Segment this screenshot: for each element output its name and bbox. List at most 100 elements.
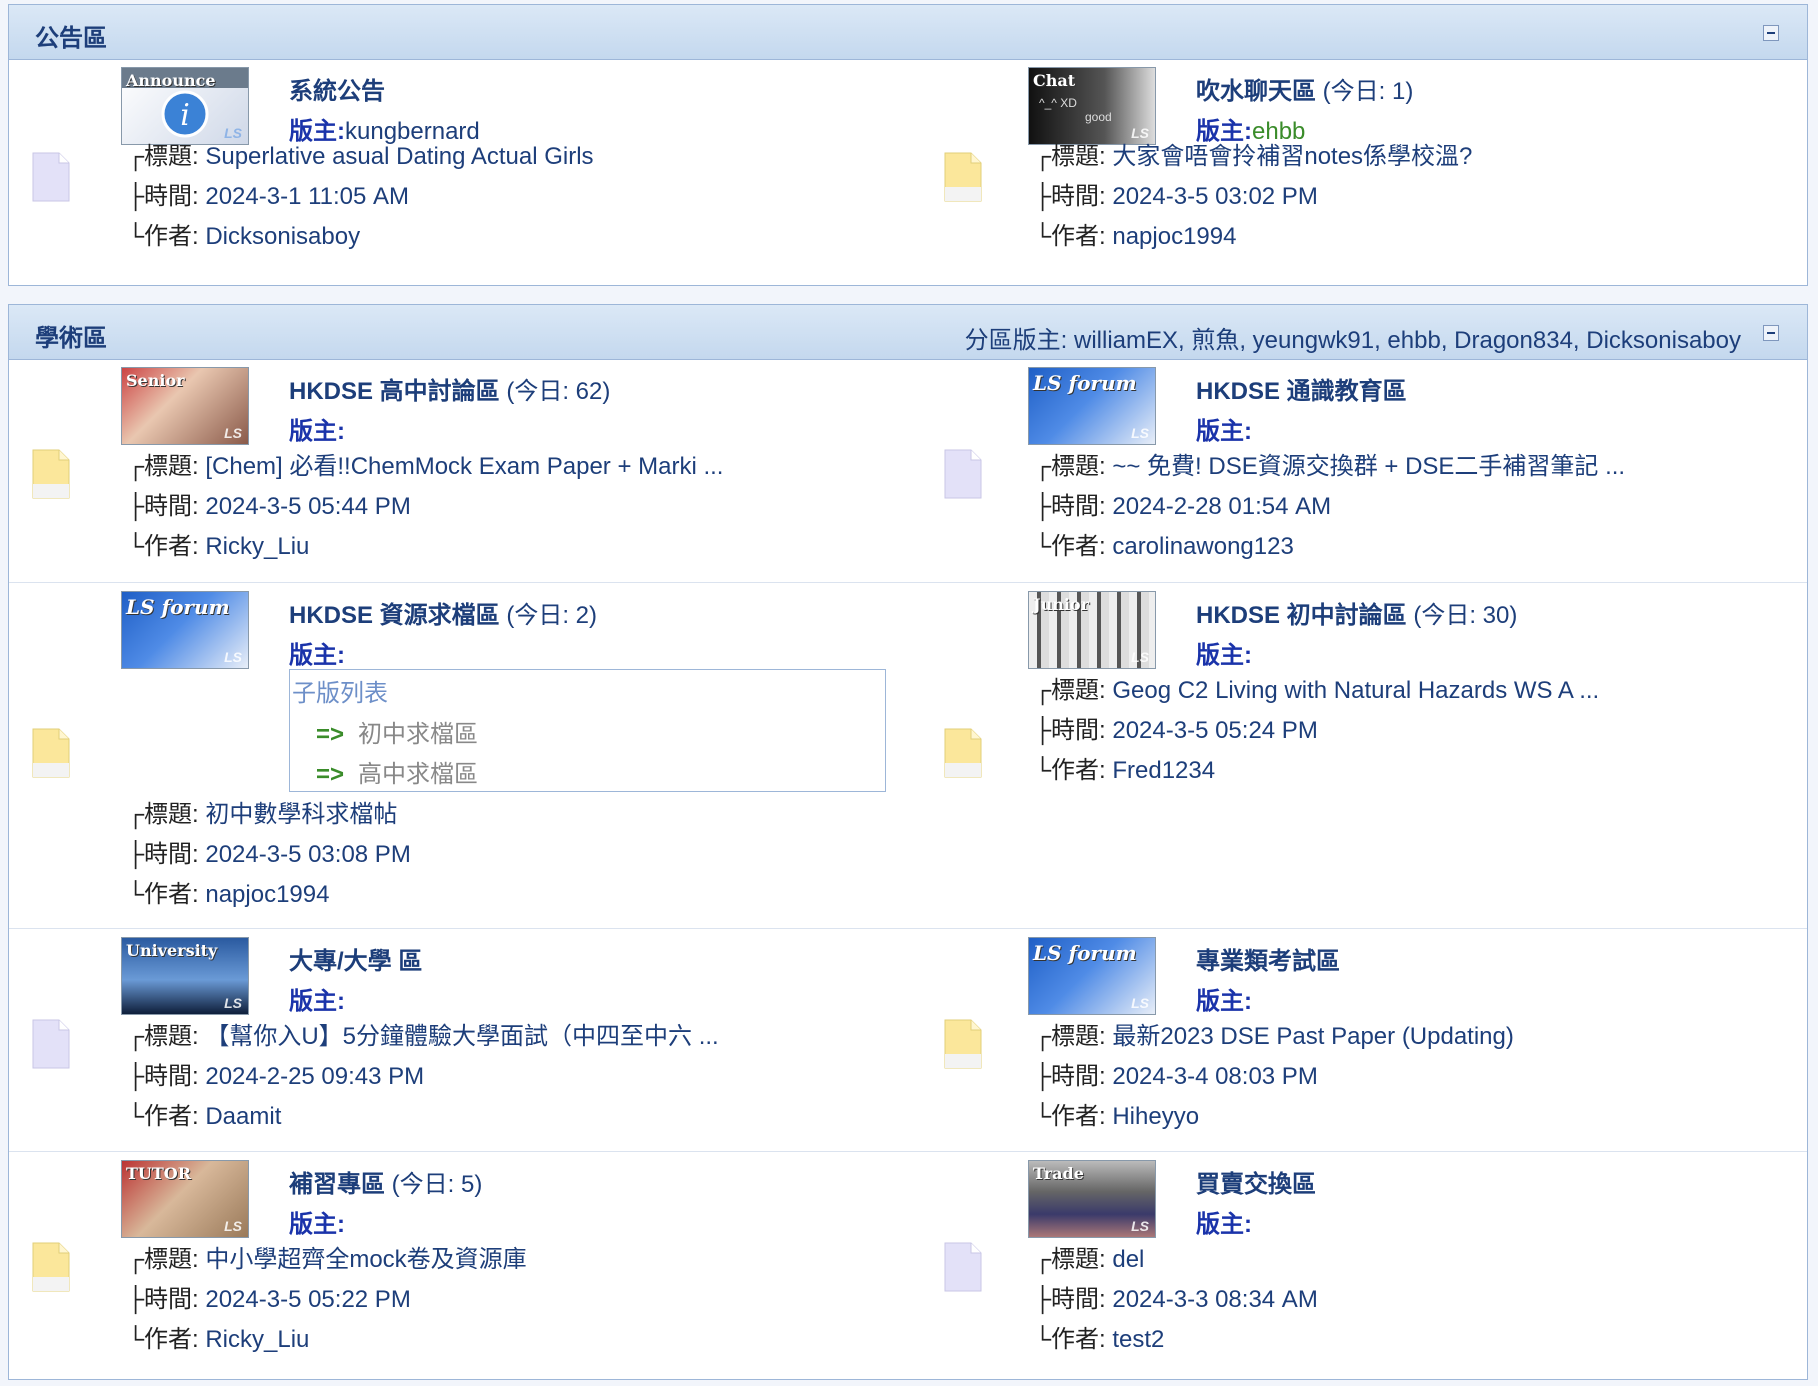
forum-status-icon bbox=[941, 151, 985, 203]
last-post-time[interactable]: 2024-3-3 08:34 AM bbox=[1112, 1286, 1317, 1313]
last-post-time[interactable]: 2024-2-28 01:54 AM bbox=[1112, 493, 1331, 520]
forum-status-icon bbox=[29, 151, 73, 203]
last-post-time[interactable]: 2024-3-5 05:44 PM bbox=[205, 493, 410, 520]
academic-section: 學術區 分區版主: williamEX, 煎魚, yeungwk91, ehbb… bbox=[8, 304, 1808, 1380]
forum-name[interactable]: 專業類考試區 bbox=[1196, 941, 1340, 976]
forum-thumbnail[interactable]: University LS bbox=[121, 937, 249, 1015]
last-post-subject[interactable]: [Chem] 必看!!ChemMock Exam Paper + Marki .… bbox=[205, 453, 723, 480]
forum-cell: LS forum LS HKDSE 通識教育區 版主: ┌標題: ~~ 免費! … bbox=[908, 359, 1807, 582]
last-post-subject[interactable]: 初中數學科求檔帖 bbox=[205, 801, 397, 828]
forum-name[interactable]: HKDSE 資源求檔區 (今日: 2) bbox=[289, 595, 597, 630]
last-post-subject[interactable]: 中小學超齊全mock卷及資源庫 bbox=[205, 1246, 526, 1273]
forum-thumbnail[interactable]: Junior LS bbox=[1028, 591, 1156, 669]
subforum-link[interactable]: => 高中求檔區 bbox=[316, 754, 478, 789]
forum-moderators: 版主: bbox=[1196, 988, 1252, 1015]
forum-thumbnail[interactable]: LS forum LS bbox=[1028, 367, 1156, 445]
forum-status-icon bbox=[941, 448, 985, 500]
forum-thumbnail[interactable]: Chat ^_^ XD good LS bbox=[1028, 67, 1156, 145]
forum-cell: University LS 大專/大學 區 版主: ┌標題: 【幫你入U】5分鐘… bbox=[9, 929, 908, 1152]
forum-thumbnail[interactable]: Senior LS bbox=[121, 367, 249, 445]
last-post-author[interactable]: Ricky_Liu bbox=[205, 533, 309, 560]
forum-row: TUTOR LS 補習專區 (今日: 5) 版主: ┌標題: 中小學超齊全moc… bbox=[9, 1151, 1807, 1380]
collapse-icon[interactable] bbox=[1763, 325, 1779, 341]
forum-name[interactable]: 系統公告 bbox=[289, 71, 385, 106]
forum-name[interactable]: HKDSE 高中討論區 (今日: 62) bbox=[289, 371, 610, 406]
last-post-time[interactable]: 2024-3-5 03:02 PM bbox=[1112, 183, 1317, 210]
forum-cell: Announce i LS 系統公告 版主:kungbernard ┌標題: S… bbox=[9, 59, 908, 285]
thumbnail-label: Senior bbox=[126, 371, 185, 390]
announcement-section: 公告區 Announce i LS 系統公告 版主:kungbernard ┌標… bbox=[8, 4, 1808, 286]
last-post-info: ┌標題: 中小學超齊全mock卷及資源庫 ├時間: 2024-3-5 05:22… bbox=[127, 1246, 527, 1353]
thumbnail-label: LS forum bbox=[1033, 941, 1137, 965]
last-post-subject[interactable]: ~~ 免費! DSE資源交換群 + DSE二手補習筆記 ... bbox=[1112, 453, 1625, 480]
forum-name[interactable]: 吹水聊天區 (今日: 1) bbox=[1196, 71, 1413, 106]
last-post-time[interactable]: 2024-3-5 03:08 PM bbox=[205, 841, 410, 868]
forum-name[interactable]: 補習專區 (今日: 5) bbox=[289, 1164, 482, 1199]
forum-cell: Junior LS HKDSE 初中討論區 (今日: 30) 版主: ┌標題: … bbox=[908, 583, 1807, 929]
last-post-author[interactable]: napjoc1994 bbox=[1112, 223, 1236, 250]
forum-status-icon bbox=[29, 448, 73, 500]
thumbnail-label: Trade bbox=[1033, 1164, 1084, 1183]
thumbnail-label: LS forum bbox=[1033, 371, 1137, 395]
thumbnail-label: LS forum bbox=[126, 595, 230, 619]
forum-thumbnail[interactable]: LS forum LS bbox=[121, 591, 249, 669]
forum-moderators: 版主: bbox=[1196, 1211, 1252, 1238]
forum-thumbnail[interactable]: LS forum LS bbox=[1028, 937, 1156, 1015]
last-post-info: ┌標題: 【幫你入U】5分鐘體驗大學面試（中四至中六 ... ├時間: 2024… bbox=[127, 1023, 719, 1130]
last-post-subject[interactable]: 大家會唔會拎補習notes係學校溫? bbox=[1112, 143, 1472, 170]
last-post-subject[interactable]: 【幫你入U】5分鐘體驗大學面試（中四至中六 ... bbox=[205, 1023, 718, 1050]
subforum-link[interactable]: => 初中求檔區 bbox=[316, 714, 478, 749]
forum-moderators: 版主: bbox=[289, 642, 345, 669]
last-post-author[interactable]: Daamit bbox=[205, 1103, 281, 1130]
collapse-icon[interactable] bbox=[1763, 25, 1779, 41]
forum-cell: Senior LS HKDSE 高中討論區 (今日: 62) 版主: ┌標題: … bbox=[9, 359, 908, 582]
forum-thumbnail[interactable]: TUTOR LS bbox=[121, 1160, 249, 1238]
last-post-time[interactable]: 2024-3-1 11:05 AM bbox=[205, 183, 409, 210]
section-moderators[interactable]: 分區版主: williamEX, 煎魚, yeungwk91, ehbb, Dr… bbox=[965, 320, 1741, 355]
forum-cell: Chat ^_^ XD good LS 吹水聊天區 (今日: 1) 版主:ehb… bbox=[908, 59, 1807, 285]
thumbnail-label: Junior bbox=[1033, 595, 1090, 614]
forum-cell: LS forum LS 專業類考試區 版主: ┌標題: 最新2023 DSE P… bbox=[908, 929, 1807, 1152]
last-post-info: ┌標題: 大家會唔會拎補習notes係學校溫? ├時間: 2024-3-5 03… bbox=[1034, 143, 1473, 250]
last-post-author[interactable]: Fred1234 bbox=[1112, 757, 1215, 784]
forum-status-icon bbox=[941, 727, 985, 779]
forum-cell: Trade LS 買賣交換區 版主: ┌標題: del ├時間: 2024-3-… bbox=[908, 1152, 1807, 1380]
section-header: 公告區 bbox=[9, 5, 1807, 60]
forum-moderators: 版主: bbox=[1196, 642, 1252, 669]
forum-name[interactable]: 大專/大學 區 bbox=[289, 941, 422, 976]
subforum-list-title: 子版列表 bbox=[292, 680, 388, 707]
thumbnail-label: Chat bbox=[1033, 71, 1076, 90]
forum-row: LS forum LS HKDSE 資源求檔區 (今日: 2) 版主: 子版列表… bbox=[9, 582, 1807, 929]
thumbnail-label: TUTOR bbox=[126, 1164, 191, 1183]
forum-status-icon bbox=[941, 1241, 985, 1293]
last-post-info: ┌標題: Superlative asual Dating Actual Gir… bbox=[127, 143, 594, 250]
last-post-info: ┌標題: del ├時間: 2024-3-3 08:34 AM └作者: tes… bbox=[1034, 1246, 1318, 1353]
last-post-author[interactable]: napjoc1994 bbox=[205, 881, 329, 908]
forum-name[interactable]: HKDSE 初中討論區 (今日: 30) bbox=[1196, 595, 1517, 630]
last-post-time[interactable]: 2024-3-5 05:22 PM bbox=[205, 1286, 410, 1313]
forum-moderators: 版主: bbox=[289, 1211, 345, 1238]
thumbnail-label: University bbox=[126, 941, 218, 960]
section-title: 公告區 bbox=[35, 25, 107, 52]
last-post-author[interactable]: Ricky_Liu bbox=[205, 1326, 309, 1353]
last-post-author[interactable]: carolinawong123 bbox=[1112, 533, 1293, 560]
last-post-time[interactable]: 2024-2-25 09:43 PM bbox=[205, 1063, 424, 1090]
forum-status-icon bbox=[29, 727, 73, 779]
last-post-time[interactable]: 2024-3-5 05:24 PM bbox=[1112, 717, 1317, 744]
forum-name[interactable]: HKDSE 通識教育區 bbox=[1196, 371, 1407, 406]
last-post-time[interactable]: 2024-3-4 08:03 PM bbox=[1112, 1063, 1317, 1090]
forum-name[interactable]: 買賣交換區 bbox=[1196, 1164, 1316, 1199]
last-post-author[interactable]: Dicksonisaboy bbox=[205, 223, 360, 250]
last-post-subject[interactable]: Geog C2 Living with Natural Hazards WS A… bbox=[1112, 677, 1599, 704]
subforum-list: 子版列表 => 初中求檔區 => 高中求檔區 bbox=[289, 669, 886, 792]
forum-thumbnail[interactable]: Announce i LS bbox=[121, 67, 249, 145]
last-post-subject[interactable]: Superlative asual Dating Actual Girls bbox=[205, 143, 593, 170]
last-post-author[interactable]: test2 bbox=[1112, 1326, 1164, 1353]
forum-thumbnail[interactable]: Trade LS bbox=[1028, 1160, 1156, 1238]
last-post-subject[interactable]: del bbox=[1112, 1246, 1144, 1273]
last-post-author[interactable]: Hiheyyo bbox=[1112, 1103, 1199, 1130]
last-post-subject[interactable]: 最新2023 DSE Past Paper (Updating) bbox=[1112, 1023, 1514, 1050]
forum-row: Senior LS HKDSE 高中討論區 (今日: 62) 版主: ┌標題: … bbox=[9, 359, 1807, 582]
section-title: 學術區 bbox=[35, 325, 107, 352]
last-post-info: ┌標題: 初中數學科求檔帖 ├時間: 2024-3-5 03:08 PM └作者… bbox=[127, 801, 411, 908]
